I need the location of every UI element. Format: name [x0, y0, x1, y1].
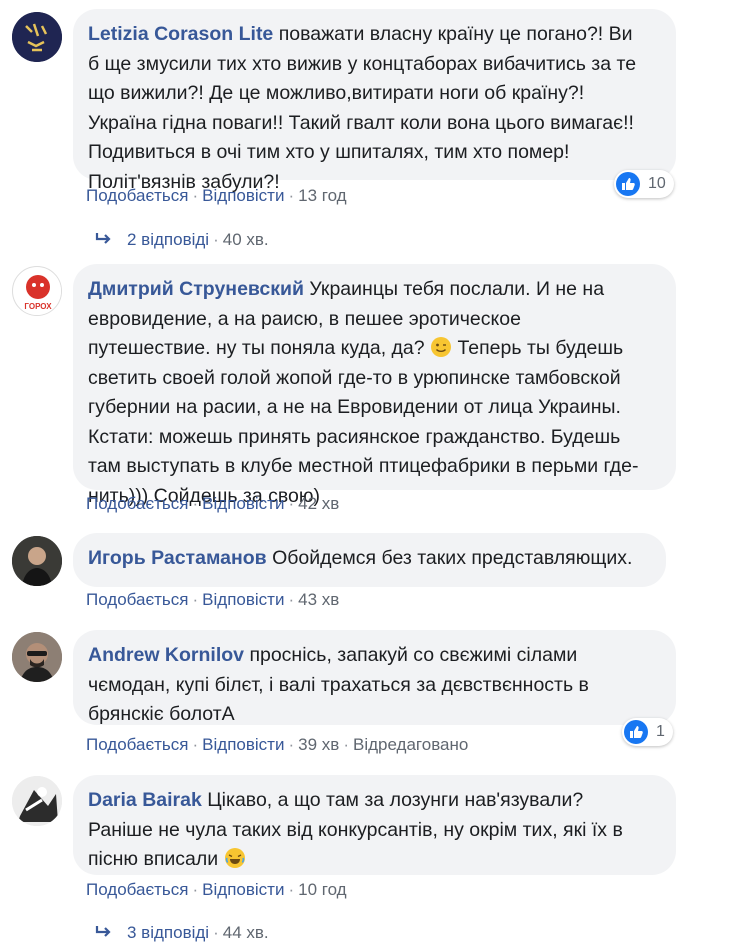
comment-bubble: Daria Bairak Цікаво, а що там за лозунги…: [73, 775, 676, 875]
like-button[interactable]: Подобається: [86, 186, 189, 205]
comment-text: Кстати: можешь принять расиянское гражда…: [88, 425, 621, 448]
like-button[interactable]: Подобається: [86, 735, 189, 754]
comment-author[interactable]: Letizia Corason Lite: [88, 23, 273, 45]
timestamp[interactable]: 13 год: [298, 186, 346, 205]
comment-actions: Подобається · Відповісти · 42 хв: [86, 494, 340, 513]
comment-actions: Подобається · Відповісти · 10 год: [86, 880, 347, 899]
reply-button[interactable]: Відповісти: [202, 735, 284, 754]
timestamp[interactable]: 42 хв: [298, 494, 339, 513]
avatar[interactable]: [12, 536, 62, 586]
like-button[interactable]: Подобається: [86, 880, 189, 899]
timestamp[interactable]: 43 хв: [298, 590, 339, 609]
avatar[interactable]: [12, 632, 62, 682]
wink-emoji-icon: [431, 337, 452, 357]
avatar[interactable]: ГОРОХ: [12, 266, 62, 316]
comment-bubble: Letizia Corason Lite поважати власну кра…: [73, 9, 676, 193]
comment-text: Раніше не чула таких від конкурсантів, н…: [88, 818, 623, 841]
view-replies[interactable]: 3 відповіді · 44 хв.: [95, 923, 269, 943]
comment-text: Україна гідна поваги!! Такий гвалт коли …: [88, 111, 634, 134]
comment-text: поважати власну країну це погано?! Ви: [278, 23, 633, 45]
comment-author[interactable]: Дмитрий Струневский: [88, 278, 304, 300]
comment-bubble: Andrew Kornilov проснісь, запакуй со свє…: [73, 630, 676, 725]
timestamp[interactable]: 39 хв: [298, 735, 339, 754]
reaction-count[interactable]: 1: [622, 718, 673, 746]
comment-text: що вижили?! Де це можливо,витирати ноги …: [88, 82, 585, 104]
timestamp[interactable]: 10 год: [298, 880, 346, 899]
reply-arrow-icon: [95, 233, 111, 244]
comment-text: брянскіє болотА: [88, 703, 235, 725]
comment-text: Обойдемся без таких представляющих.: [272, 547, 633, 569]
comment-text: Теперь ты будешь: [452, 337, 624, 359]
comment-author[interactable]: Игорь Растаманов: [88, 547, 267, 569]
comment-actions: Подобається · Відповісти · 13 год: [86, 186, 347, 205]
comment-text: проснісь, запакуй со свєжимі сілами: [249, 644, 578, 666]
comment-text: чємодан, купі білєт, і валі трахаться за…: [88, 673, 589, 696]
view-replies[interactable]: 2 відповіді · 40 хв.: [95, 230, 269, 250]
comment-author[interactable]: Daria Bairak: [88, 789, 202, 811]
comment-text: светить своей голой жопой где-то в урюпи…: [88, 366, 621, 389]
reply-button[interactable]: Відповісти: [202, 590, 284, 609]
like-icon: [616, 172, 640, 196]
comment-text: Украинцы тебя послали. И не на: [309, 278, 605, 300]
avatar[interactable]: [12, 12, 62, 62]
like-button[interactable]: Подобається: [86, 494, 189, 513]
comment-text: пісню вписали: [88, 848, 224, 870]
comment-text: путешествие. ну ты поняла куда, да?: [88, 337, 431, 359]
comment-text: евровидение, а на раисю, в пешее эротиче…: [88, 307, 521, 330]
comment-text: б ще змусили тих хто вижив у концтаборах…: [88, 52, 637, 75]
comment-actions: Подобається · Відповісти · 39 хв · Відредагова…: [86, 735, 469, 754]
comment-author[interactable]: Andrew Kornilov: [88, 644, 244, 666]
comment-text: там выступать в клубе местной птицефабри…: [88, 455, 639, 477]
reply-button[interactable]: Відповісти: [202, 494, 284, 513]
reaction-count[interactable]: 10: [614, 170, 674, 198]
reply-button[interactable]: Відповісти: [202, 186, 284, 205]
comment-bubble: Игорь Растаманов Обойдемся без таких пре…: [73, 533, 666, 587]
like-button[interactable]: Подобається: [86, 590, 189, 609]
laughing-emoji-icon: [224, 848, 245, 868]
comment-text: Цікаво, а що там за лозунги нав'язували?: [207, 789, 584, 811]
like-icon: [624, 720, 648, 744]
reply-arrow-icon: [95, 926, 111, 937]
reply-button[interactable]: Відповісти: [202, 880, 284, 899]
comment-bubble: Дмитрий Струневский Украинцы тебя послал…: [73, 264, 676, 507]
edited-label[interactable]: Відредаговано: [353, 735, 468, 754]
avatar[interactable]: [12, 776, 62, 826]
svg-text:ГОРОХ: ГОРОХ: [24, 302, 52, 311]
comment-actions: Подобається · Відповісти · 43 хв: [86, 590, 340, 609]
comment-text: губернии на расии, а не на Евровидении о…: [88, 396, 621, 418]
comment-text: Подивиться в очі тим хто у шпиталях, тим…: [88, 141, 570, 163]
